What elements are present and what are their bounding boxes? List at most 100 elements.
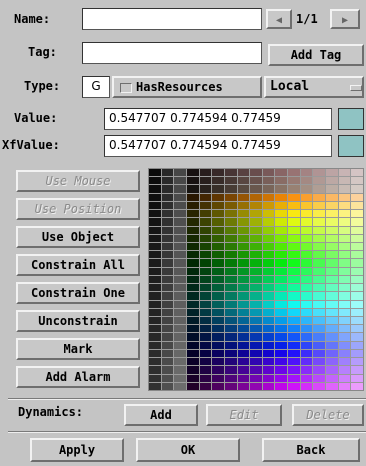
palette-swatch[interactable] [351, 177, 363, 185]
palette-swatch[interactable] [250, 308, 262, 316]
palette-swatch[interactable] [250, 275, 262, 284]
palette-swatch[interactable] [262, 177, 275, 185]
palette-swatch[interactable] [161, 210, 174, 218]
palette-swatch[interactable] [199, 185, 212, 193]
palette-swatch[interactable] [174, 358, 186, 366]
palette-swatch[interactable] [326, 292, 338, 300]
xfvalue-field[interactable]: 0.547707 0.774594 0.77459 [104, 135, 332, 157]
palette-swatch[interactable] [224, 169, 237, 177]
value-field[interactable]: 0.547707 0.774594 0.77459 [104, 108, 332, 130]
palette-swatch[interactable] [237, 275, 250, 284]
palette-swatch[interactable] [161, 325, 174, 333]
palette-swatch[interactable] [212, 259, 224, 267]
palette-swatch[interactable] [199, 349, 212, 358]
palette-swatch[interactable] [300, 349, 313, 358]
palette-swatch[interactable] [224, 185, 237, 193]
palette-swatch[interactable] [326, 193, 338, 201]
palette-swatch[interactable] [338, 251, 351, 259]
palette-swatch[interactable] [275, 374, 288, 382]
palette-swatch[interactable] [275, 193, 288, 201]
palette-swatch[interactable] [262, 333, 275, 341]
palette-swatch[interactable] [288, 259, 300, 267]
has-resources-toggle[interactable]: HasResources [112, 76, 262, 98]
palette-swatch[interactable] [313, 366, 326, 374]
palette-swatch[interactable] [224, 366, 237, 374]
palette-swatch[interactable] [237, 267, 250, 275]
palette-swatch[interactable] [351, 259, 363, 267]
palette-swatch[interactable] [338, 366, 351, 374]
palette-swatch[interactable] [224, 284, 237, 292]
palette-swatch[interactable] [199, 251, 212, 259]
palette-swatch[interactable] [275, 333, 288, 341]
palette-swatch[interactable] [275, 259, 288, 267]
palette-swatch[interactable] [212, 243, 224, 251]
palette-swatch[interactable] [212, 292, 224, 300]
palette-swatch[interactable] [288, 177, 300, 185]
palette-swatch[interactable] [313, 234, 326, 242]
palette-swatch[interactable] [212, 193, 224, 201]
palette-swatch[interactable] [313, 317, 326, 325]
palette-swatch[interactable] [212, 374, 224, 382]
palette-swatch[interactable] [300, 300, 313, 308]
palette-swatch[interactable] [186, 374, 199, 382]
palette-swatch[interactable] [262, 185, 275, 193]
palette-swatch[interactable] [313, 259, 326, 267]
palette-swatch[interactable] [338, 185, 351, 193]
palette-swatch[interactable] [288, 374, 300, 382]
palette-swatch[interactable] [237, 349, 250, 358]
palette-swatch[interactable] [174, 292, 186, 300]
palette-swatch[interactable] [351, 193, 363, 201]
palette-swatch[interactable] [149, 317, 161, 325]
palette-swatch[interactable] [161, 374, 174, 382]
palette-swatch[interactable] [262, 325, 275, 333]
palette-swatch[interactable] [275, 325, 288, 333]
palette-swatch[interactable] [212, 349, 224, 358]
palette-swatch[interactable] [161, 341, 174, 349]
palette-swatch[interactable] [149, 267, 161, 275]
side-button[interactable]: Mark [16, 338, 140, 360]
palette-swatch[interactable] [326, 226, 338, 234]
palette-swatch[interactable] [250, 259, 262, 267]
palette-swatch[interactable] [149, 382, 161, 390]
palette-swatch[interactable] [338, 317, 351, 325]
palette-swatch[interactable] [288, 251, 300, 259]
palette-swatch[interactable] [186, 358, 199, 366]
palette-swatch[interactable] [186, 259, 199, 267]
palette-swatch[interactable] [313, 243, 326, 251]
palette-swatch[interactable] [161, 201, 174, 210]
palette-swatch[interactable] [199, 374, 212, 382]
palette-swatch[interactable] [300, 358, 313, 366]
dynamics-delete-button[interactable]: Delete [292, 404, 364, 426]
palette-swatch[interactable] [186, 267, 199, 275]
side-button[interactable]: Add Alarm [16, 366, 140, 388]
palette-swatch[interactable] [275, 218, 288, 226]
palette-swatch[interactable] [275, 317, 288, 325]
palette-swatch[interactable] [212, 234, 224, 242]
palette-swatch[interactable] [186, 292, 199, 300]
palette-swatch[interactable] [186, 169, 199, 177]
palette-swatch[interactable] [300, 251, 313, 259]
palette-swatch[interactable] [212, 226, 224, 234]
xfvalue-color-swatch[interactable] [338, 135, 364, 157]
palette-swatch[interactable] [186, 185, 199, 193]
palette-swatch[interactable] [174, 201, 186, 210]
palette-swatch[interactable] [186, 243, 199, 251]
palette-swatch[interactable] [237, 226, 250, 234]
palette-swatch[interactable] [149, 210, 161, 218]
palette-swatch[interactable] [212, 284, 224, 292]
palette-swatch[interactable] [224, 374, 237, 382]
palette-swatch[interactable] [224, 341, 237, 349]
palette-swatch[interactable] [351, 275, 363, 284]
palette-swatch[interactable] [262, 226, 275, 234]
palette-swatch[interactable] [224, 243, 237, 251]
palette-swatch[interactable] [174, 243, 186, 251]
palette-swatch[interactable] [338, 382, 351, 390]
palette-swatch[interactable] [186, 333, 199, 341]
palette-swatch[interactable] [237, 201, 250, 210]
palette-swatch[interactable] [313, 267, 326, 275]
palette-swatch[interactable] [174, 267, 186, 275]
palette-swatch[interactable] [351, 317, 363, 325]
palette-swatch[interactable] [338, 243, 351, 251]
palette-swatch[interactable] [326, 341, 338, 349]
palette-swatch[interactable] [224, 210, 237, 218]
